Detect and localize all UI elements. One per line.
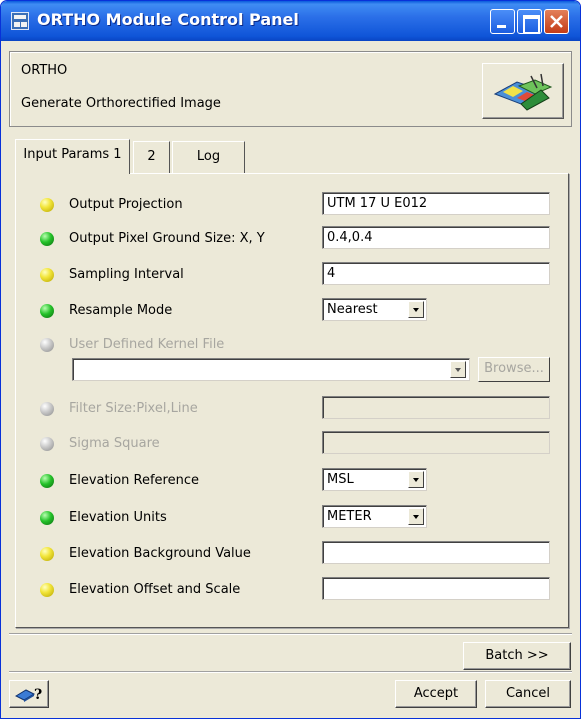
elevation-units-select[interactable]: METER <box>322 505 427 528</box>
status-yellow-icon <box>40 198 54 212</box>
param-row-elevation-background: Elevation Background Value <box>16 541 568 567</box>
status-green-icon <box>40 304 54 318</box>
sampling-interval-label: Sampling Interval <box>69 267 184 282</box>
title-bar[interactable]: ORTHO Module Control Panel <box>1 1 580 41</box>
param-row-filter-size: Filter Size:Pixel,Line <box>16 396 568 422</box>
close-icon <box>550 15 563 28</box>
sampling-interval-input[interactable]: 4 <box>322 262 550 285</box>
maximize-button[interactable] <box>517 9 542 34</box>
sigma-square-input[interactable] <box>322 431 550 454</box>
param-row-elevation-units: Elevation Units METER <box>16 505 568 531</box>
module-icon-button[interactable] <box>482 63 564 119</box>
svg-text:?: ? <box>34 687 42 703</box>
param-row-output-projection: Output Projection UTM 17 U E012 <box>16 192 568 218</box>
param-row-sampling-interval: Sampling Interval 4 <box>16 262 568 288</box>
param-row-pixel-size: Output Pixel Ground Size: X, Y 0.4,0.4 <box>16 226 568 252</box>
elevation-reference-label: Elevation Reference <box>69 473 199 488</box>
resample-mode-select[interactable]: Nearest <box>322 298 427 321</box>
resample-mode-value: Nearest <box>327 302 378 317</box>
close-button[interactable] <box>544 9 569 34</box>
app-icon <box>11 12 29 30</box>
chevron-down-icon[interactable] <box>408 471 424 488</box>
output-projection-input[interactable]: UTM 17 U E012 <box>322 192 550 215</box>
elevation-reference-value: MSL <box>327 472 354 487</box>
status-gray-icon <box>40 338 54 352</box>
input-params-panel: Output Projection UTM 17 U E012 Output P… <box>15 173 569 628</box>
tab-2[interactable]: 2 <box>133 141 170 173</box>
chevron-down-icon[interactable] <box>408 301 424 318</box>
kernel-file-input[interactable] <box>72 358 470 381</box>
resample-mode-label: Resample Mode <box>69 303 173 318</box>
elevation-background-label: Elevation Background Value <box>69 546 251 561</box>
param-row-elevation-reference: Elevation Reference MSL <box>16 468 568 494</box>
chevron-down-icon[interactable] <box>450 361 466 378</box>
chevron-down-icon[interactable] <box>408 508 424 525</box>
status-yellow-icon <box>40 583 54 597</box>
param-row-kernel-file-input: Browse... <box>16 357 568 384</box>
batch-button[interactable]: Batch >> <box>463 642 571 670</box>
kernel-file-label: User Defined Kernel File <box>69 337 225 352</box>
filter-size-input[interactable] <box>322 396 550 419</box>
browse-button[interactable]: Browse... <box>478 357 550 382</box>
sigma-square-label: Sigma Square <box>69 436 160 451</box>
elevation-units-label: Elevation Units <box>69 510 167 525</box>
module-description: Generate Orthorectified Image <box>21 96 221 111</box>
filter-size-label: Filter Size:Pixel,Line <box>69 401 198 416</box>
cancel-button[interactable]: Cancel <box>485 680 571 708</box>
status-gray-icon <box>40 402 54 416</box>
tab-input-params-1[interactable]: Input Params 1 <box>15 139 130 174</box>
elevation-units-value: METER <box>327 509 372 524</box>
help-icon: ? <box>14 687 42 703</box>
status-green-icon <box>40 511 54 525</box>
status-yellow-icon <box>40 268 54 282</box>
minimize-button[interactable] <box>490 9 515 34</box>
tab-log[interactable]: Log <box>172 141 245 173</box>
status-gray-icon <box>40 437 54 451</box>
ortho-control-panel-window: ORTHO Module Control Panel ORTHO Generat… <box>0 0 581 719</box>
output-projection-label: Output Projection <box>69 197 183 212</box>
param-row-elevation-offset: Elevation Offset and Scale <box>16 577 568 603</box>
elevation-offset-label: Elevation Offset and Scale <box>69 582 241 597</box>
ortho-module-icon <box>493 73 553 111</box>
status-green-icon <box>40 474 54 488</box>
elevation-reference-select[interactable]: MSL <box>322 468 427 491</box>
accept-button[interactable]: Accept <box>395 680 477 708</box>
param-row-kernel-file: User Defined Kernel File <box>16 332 568 358</box>
module-header: ORTHO Generate Orthorectified Image <box>9 51 572 127</box>
elevation-background-input[interactable] <box>322 541 550 564</box>
window-title: ORTHO Module Control Panel <box>37 10 299 29</box>
param-row-resample-mode: Resample Mode Nearest <box>16 298 568 324</box>
elevation-offset-input[interactable] <box>322 577 550 600</box>
separator <box>9 671 572 673</box>
pixel-size-input[interactable]: 0.4,0.4 <box>322 226 550 249</box>
module-name: ORTHO <box>21 63 68 78</box>
status-yellow-icon <box>40 547 54 561</box>
param-row-sigma-square: Sigma Square <box>16 431 568 457</box>
separator <box>9 633 572 635</box>
status-green-icon <box>40 232 54 246</box>
help-button[interactable]: ? <box>9 680 49 708</box>
pixel-size-label: Output Pixel Ground Size: X, Y <box>69 231 265 246</box>
